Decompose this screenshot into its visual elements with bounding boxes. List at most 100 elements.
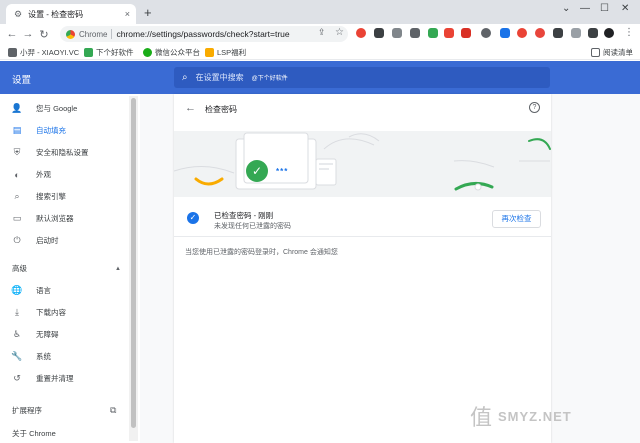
sidebar-item-accessibility[interactable]: ♿ 无障碍 [12, 329, 59, 340]
sidebar-advanced-label: 高级 [12, 264, 27, 273]
search-input[interactable]: ⌕ 在设置中搜索 @下个好软件 [174, 67, 550, 88]
sidebar-item-label: 外观 [36, 170, 51, 179]
extension-icon[interactable] [500, 28, 510, 38]
more-icon[interactable]: ⋮ [624, 27, 634, 38]
sidebar-item-label: 您与 Google [36, 104, 78, 113]
wrench-icon: 🔧 [11, 351, 23, 361]
bookmark-item[interactable]: 微信公众平台 [143, 47, 200, 58]
bookmark-favicon-icon [8, 48, 17, 57]
divider [111, 29, 113, 39]
sidebar-item-extensions[interactable]: 扩展程序 ⧉ [12, 405, 116, 416]
sidebar-item-reset[interactable]: ↺ 重置并清理 [12, 373, 74, 384]
sidebar-item-label: 无障碍 [36, 330, 59, 339]
opera-extension-icon[interactable] [356, 28, 366, 38]
new-tab-button[interactable]: + [144, 5, 152, 20]
minimize-button[interactable]: — [580, 3, 590, 14]
sidebar-item-languages[interactable]: 🌐 语言 [11, 285, 51, 296]
gear-icon: ⚙ [14, 8, 23, 19]
section-title: 检查密码 [205, 105, 237, 114]
reading-list-label: 阅读清单 [603, 48, 633, 57]
extension-icon[interactable] [481, 28, 491, 38]
bookmark-label: 小羿 - XIAOYI.VC [20, 48, 80, 57]
sidebar-item-label: 系统 [36, 352, 51, 361]
sidebar-item-downloads[interactable]: ⤓ 下载内容 [12, 307, 66, 318]
autofill-icon: ▤ [12, 125, 22, 135]
extension-icon[interactable] [517, 28, 527, 38]
extension-icon[interactable] [535, 28, 545, 38]
watermark-brand: SMYZ.NET [498, 408, 572, 424]
sidebar-item-autofill[interactable]: ▤ 自动填充 [12, 125, 66, 136]
puzzle-icon[interactable] [588, 28, 598, 38]
status-subtitle: 未发现任何已泄露的密码 [214, 223, 291, 230]
divider [174, 236, 551, 237]
sidebar-item-label: 启动时 [36, 236, 59, 245]
close-window-button[interactable]: ✕ [621, 3, 629, 14]
tab-settings[interactable]: ⚙ 设置 - 检查密码 × [6, 4, 136, 24]
search-icon: ⌕ [182, 72, 188, 83]
sidebar-item-label: 安全和隐私设置 [36, 148, 89, 157]
shield-icon: ⛨ [13, 147, 21, 157]
search-icon: ⌕ [14, 191, 20, 201]
back-icon[interactable]: ← [4, 28, 20, 40]
sidebar-item-search-engine[interactable]: ⌕ 搜索引擎 [12, 191, 66, 202]
extension-icon[interactable] [553, 28, 563, 38]
status-title: 已检查密码 - 刚刚 [214, 211, 274, 220]
sidebar-item-label: 重置并清理 [36, 374, 74, 383]
extension-icon[interactable] [461, 28, 471, 38]
extension-icon[interactable] [444, 28, 454, 38]
download-icon: ⤓ [15, 307, 19, 317]
sidebar-item-system[interactable]: 🔧 系统 [11, 351, 51, 362]
extension-icon[interactable] [374, 28, 384, 38]
bookmark-item[interactable]: LSP福利 [205, 47, 246, 58]
avatar[interactable] [604, 28, 614, 38]
extension-icon[interactable] [410, 28, 420, 38]
forward-icon[interactable]: → [20, 28, 36, 40]
power-icon: ⏻ [13, 235, 21, 245]
folder-icon [205, 48, 214, 57]
accessibility-icon: ♿ [12, 329, 22, 339]
sidebar-scrollbar-thumb[interactable] [131, 98, 136, 428]
extension-icon[interactable] [428, 28, 438, 38]
sidebar-item-label: 关于 Chrome [12, 429, 56, 438]
check-again-button[interactable]: 再次检查 [492, 210, 541, 228]
maximize-button[interactable]: ☐ [600, 3, 609, 14]
sidebar-item-you-and-google[interactable]: 👤 您与 Google [11, 103, 78, 114]
sidebar-item-on-startup[interactable]: ⏻ 启动时 [12, 235, 59, 246]
bookmark-item[interactable]: 小羿 - XIAOYI.VC [8, 47, 79, 58]
sidebar-advanced-toggle[interactable]: 高级 ▲ [12, 263, 121, 274]
sidebar-item-label: 语言 [36, 286, 51, 295]
illustration-banner: ✓ *** [174, 131, 551, 197]
sidebar-item-label: 搜索引擎 [36, 192, 66, 201]
address-bar[interactable]: Chrome chrome://settings/passwords/check… [60, 26, 348, 42]
tab-strip: ⚙ 设置 - 检查密码 × + ⌄ — ☐ ✕ [0, 0, 640, 24]
reading-list[interactable]: 阅读清单 [591, 47, 633, 58]
page-title: 设置 [12, 75, 32, 86]
bookmark-item[interactable]: 下个好软件 [84, 47, 134, 58]
sidebar-item-privacy[interactable]: ⛨ 安全和隐私设置 [12, 147, 89, 158]
chevron-down-icon[interactable]: ⌄ [562, 3, 570, 14]
reset-icon: ↺ [13, 373, 21, 383]
palette-icon: ◐ [14, 169, 20, 180]
info-note: 当您使用已泄露的密码登录时，Chrome 会通知您 [185, 249, 338, 256]
sidebar-item-label: 默认浏览器 [36, 214, 74, 223]
reload-icon[interactable]: ↻ [36, 28, 52, 41]
settings-header: 设置 ⌕ 在设置中搜索 @下个好软件 [0, 61, 640, 94]
chevron-up-icon: ▲ [115, 265, 121, 272]
close-tab-icon[interactable]: × [125, 9, 130, 19]
help-icon[interactable]: ? [529, 102, 540, 113]
watermark-glyph: 值 [470, 406, 493, 431]
star-icon[interactable]: ☆ [335, 27, 344, 38]
reading-list-icon [591, 48, 600, 57]
sidebar-item-default-browser[interactable]: ▭ 默认浏览器 [12, 213, 74, 224]
sidebar-item-label: 下载内容 [36, 308, 66, 317]
extension-icon[interactable] [571, 28, 581, 38]
bookmark-favicon-icon [143, 48, 152, 57]
site-chip: Chrome [79, 29, 108, 39]
check-circle-icon: ✓ [246, 160, 268, 182]
masked-password: *** [276, 167, 289, 176]
share-icon[interactable]: ⇪ [318, 27, 326, 38]
sidebar-item-about[interactable]: 关于 Chrome [12, 428, 56, 439]
back-arrow-icon[interactable]: ← [185, 102, 196, 114]
sidebar-item-appearance[interactable]: ◐ 外观 [12, 169, 51, 180]
extension-icon[interactable] [392, 28, 402, 38]
